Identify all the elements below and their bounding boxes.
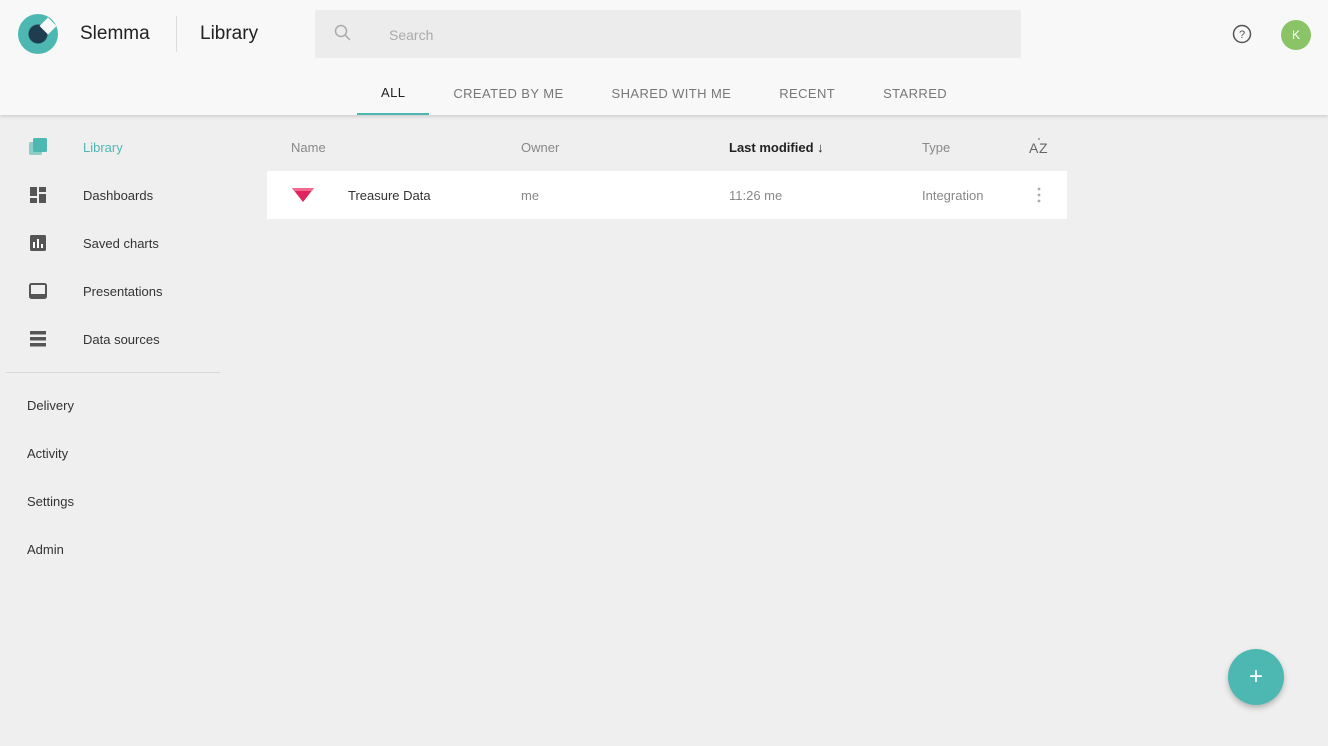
sidebar-item-presentations[interactable]: Presentations [0,267,220,315]
search-icon [334,24,351,41]
help-icon[interactable]: ? [1232,24,1252,44]
add-button[interactable]: + [1228,649,1284,705]
svg-text:?: ? [1239,29,1245,41]
column-header-type[interactable]: Type [922,140,950,155]
sidebar-item-label: Data sources [83,331,160,347]
sidebar-item-label: Library [83,139,123,155]
slemma-logo[interactable] [18,14,58,54]
column-header-name[interactable]: Name [291,140,326,155]
saved-charts-icon [30,235,46,251]
sidebar-item-activity[interactable]: Activity [27,446,68,461]
sidebar-item-label: Dashboards [83,187,154,203]
row-last-modified: 11:26 me [729,188,783,203]
row-name: Treasure Data [348,188,431,203]
sidebar-divider [6,372,220,373]
sidebar-item-delivery[interactable]: Delivery [27,398,74,413]
user-avatar[interactable]: K [1281,20,1311,50]
sidebar-item-settings[interactable]: Settings [27,494,74,509]
tab-all[interactable]: ALL [357,72,430,115]
tab-starred[interactable]: STARRED [859,72,971,115]
tab-recent[interactable]: RECENT [755,72,859,115]
table-row[interactable]: Treasure Data me 11:26 me Integration [267,171,1067,219]
treasure-data-icon [292,188,314,202]
library-icon [29,138,47,155]
column-header-owner[interactable]: Owner [521,140,559,155]
library-tabs: ALL CREATED BY ME SHARED WITH ME RECENT … [357,72,971,115]
svg-text:Z: Z [1039,140,1048,156]
sidebar-item-data-sources[interactable]: Data sources [0,315,220,363]
presentations-icon [29,283,47,299]
brand-name: Slemma [80,23,150,44]
sort-az-icon[interactable]: A Z [1028,136,1050,158]
top-header: Slemma Library ? K ALL CREATED BY ME SHA… [0,0,1328,115]
sidebar-item-label: Saved charts [83,235,159,251]
search-input[interactable] [387,22,991,48]
search-bar[interactable] [315,10,1021,58]
tab-shared-with-me[interactable]: SHARED WITH ME [588,72,756,115]
sidebar-item-library[interactable]: Library [0,123,220,171]
tab-created-by-me[interactable]: CREATED BY ME [429,72,587,115]
sidebar-item-saved-charts[interactable]: Saved charts [0,219,220,267]
svg-text:A: A [1029,140,1039,156]
column-header-last-modified[interactable]: Last modified ↓ [729,140,824,155]
data-sources-icon [30,331,46,347]
dashboards-icon [30,187,46,203]
brand-divider [176,16,177,52]
row-type: Integration [922,188,984,203]
row-owner: me [521,188,540,203]
page-title: Library [200,23,259,44]
sidebar-item-dashboards[interactable]: Dashboards [0,171,220,219]
sidebar-item-admin[interactable]: Admin [27,542,64,557]
sidebar-item-label: Presentations [83,283,163,299]
more-vert-icon[interactable] [1033,185,1045,205]
